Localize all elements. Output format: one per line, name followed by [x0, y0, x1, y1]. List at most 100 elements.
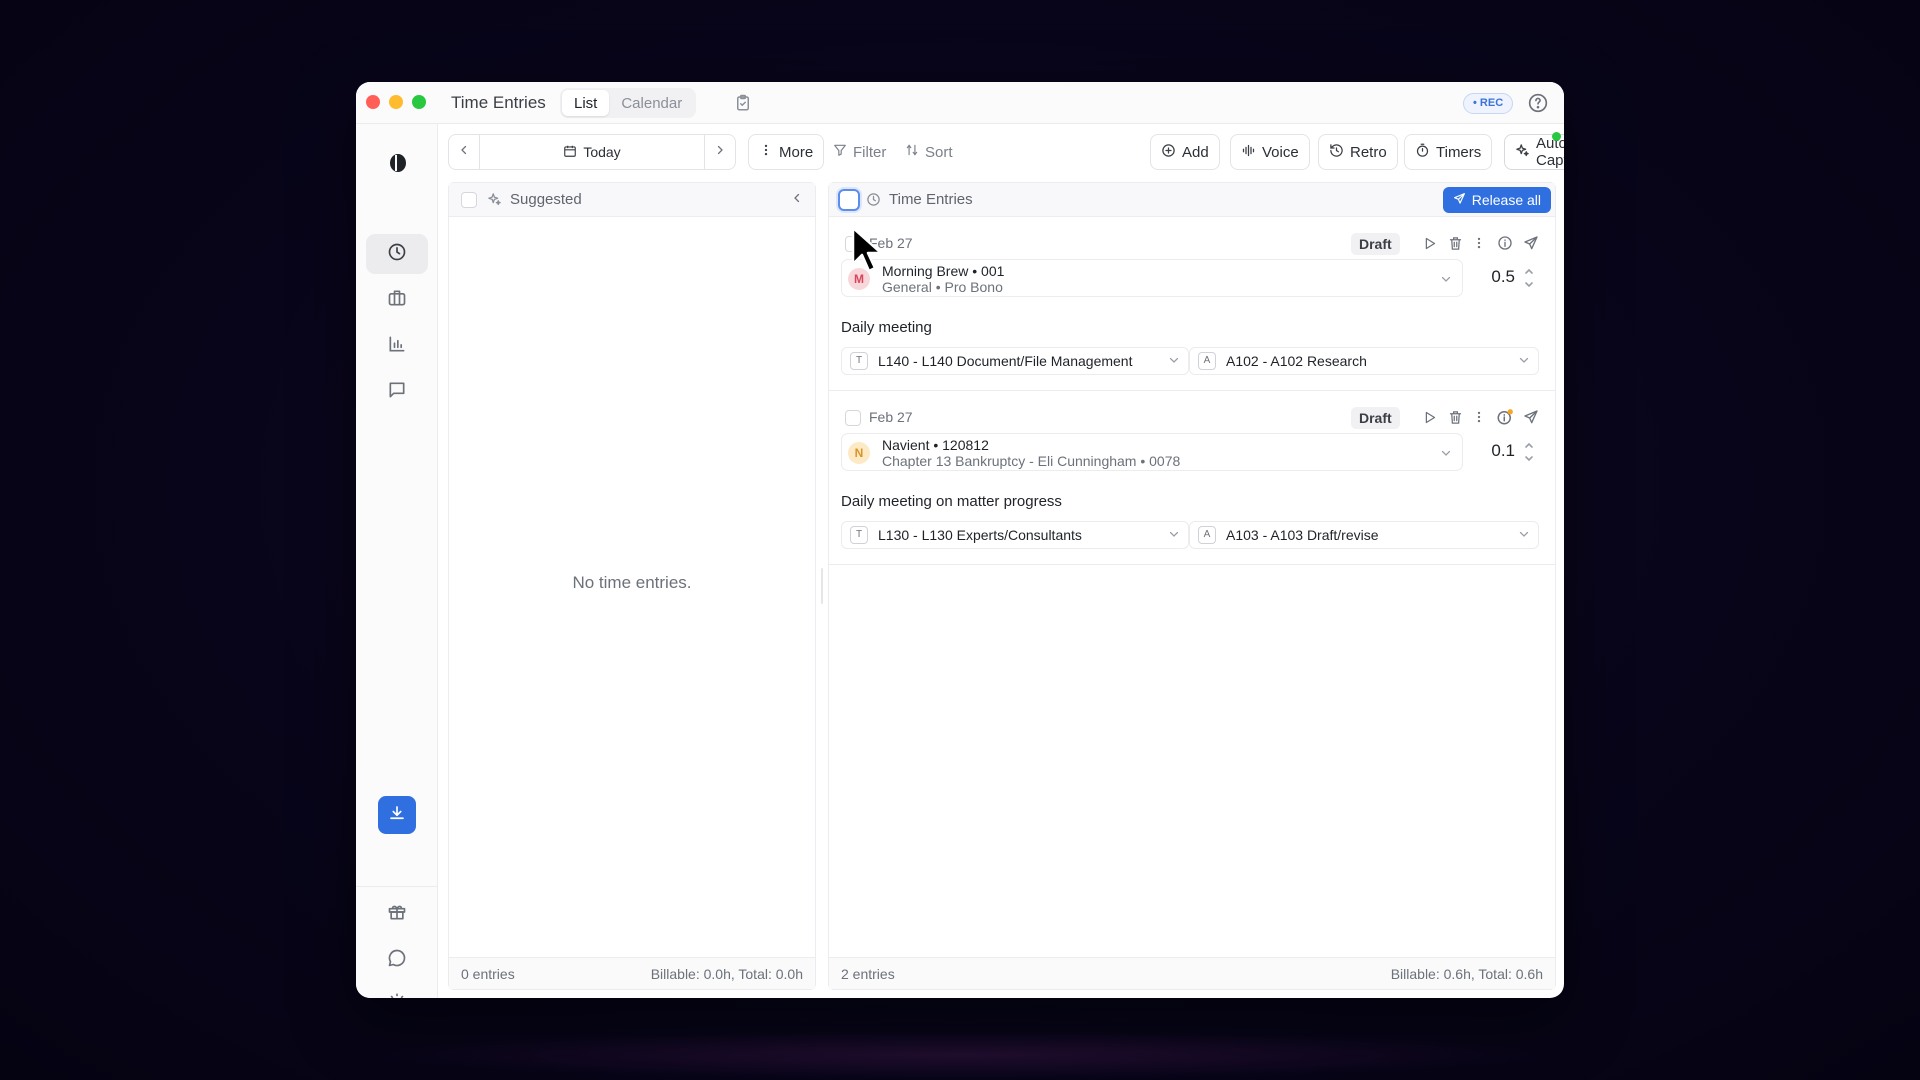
auto-capture-status-dot: [1552, 132, 1561, 141]
toolbar: Today More Filter Sort Add Voice Retro T…: [438, 124, 1564, 180]
info-icon[interactable]: [1495, 233, 1515, 253]
activity-code-label: A102 - A102 Research: [1226, 353, 1367, 369]
chevron-down-icon: [1518, 527, 1530, 543]
task-code-label: L130 - L130 Experts/Consultants: [878, 527, 1082, 543]
select-all-suggested-checkbox[interactable]: [461, 191, 477, 208]
chevron-left-icon: [791, 191, 803, 209]
more-button[interactable]: More: [748, 134, 825, 170]
trash-icon[interactable]: [1445, 407, 1465, 427]
more-vertical-icon[interactable]: [1469, 407, 1489, 427]
voice-button[interactable]: Voice: [1230, 134, 1310, 170]
task-code-select[interactable]: T L140 - L140 Document/File Management: [841, 347, 1189, 375]
chevron-down-icon: [1168, 353, 1180, 369]
entry-description[interactable]: Daily meeting: [841, 319, 932, 336]
trash-icon[interactable]: [1445, 233, 1465, 253]
client-matter-label: Navient • 120812: [882, 437, 989, 453]
chat-bubble-icon: [387, 948, 407, 973]
clipboard-check-icon[interactable]: [734, 94, 752, 117]
sidebar-item-messages[interactable]: [366, 372, 428, 412]
send-icon[interactable]: [1521, 407, 1541, 427]
stopwatch-icon: [1415, 143, 1430, 162]
entry-description[interactable]: Daily meeting on matter progress: [841, 493, 1062, 510]
more-vertical-icon[interactable]: [1469, 233, 1489, 253]
activity-code-select[interactable]: A A103 - A103 Draft/revise: [1189, 521, 1539, 549]
download-button[interactable]: [378, 796, 416, 834]
play-icon[interactable]: [1419, 233, 1439, 253]
tab-calendar[interactable]: Calendar: [609, 90, 694, 116]
sidebar-item-rewards[interactable]: [366, 894, 428, 934]
close-window-button[interactable]: [366, 95, 380, 109]
info-warning-icon[interactable]: [1495, 407, 1515, 427]
date-picker-button[interactable]: Today: [479, 135, 705, 169]
activity-code-badge: A: [1198, 526, 1216, 544]
history-icon: [1329, 143, 1344, 162]
release-all-button[interactable]: Release all: [1442, 187, 1551, 213]
more-vertical-icon: [759, 143, 773, 161]
task-code-select[interactable]: T L130 - L130 Experts/Consultants: [841, 521, 1189, 549]
matter-selector[interactable]: M Morning Brew • 001 General • Pro Bono: [841, 259, 1463, 297]
sidebar-item-settings[interactable]: [366, 984, 428, 998]
suggested-footer: 0 entries Billable: 0.0h, Total: 0.0h: [449, 957, 815, 989]
status-badge: Draft: [1351, 407, 1400, 429]
select-all-entries-checkbox[interactable]: [838, 188, 860, 211]
matter-selector[interactable]: N Navient • 120812 Chapter 13 Bankruptcy…: [841, 433, 1463, 471]
activity-code-badge: A: [1198, 352, 1216, 370]
filter-label: Filter: [853, 143, 887, 161]
gear-icon: [387, 992, 407, 999]
entries-count: 2 entries: [841, 965, 895, 982]
background-glow: [356, 1030, 1564, 1080]
collapse-panel-button[interactable]: [791, 191, 803, 209]
minimize-window-button[interactable]: [389, 95, 403, 109]
previous-day-button[interactable]: [449, 135, 479, 169]
timers-button[interactable]: Timers: [1404, 134, 1493, 170]
clock-icon: [866, 192, 881, 207]
chevron-right-icon: [714, 143, 726, 161]
entry-date: Feb 27: [869, 409, 913, 425]
task-code-label: L140 - L140 Document/File Management: [878, 353, 1133, 369]
sidebar-item-matters[interactable]: [366, 280, 428, 320]
suggested-count: 0 entries: [461, 965, 515, 982]
sort-label: Sort: [925, 143, 953, 161]
activity-code-label: A103 - A103 Draft/revise: [1226, 527, 1379, 543]
add-label: Add: [1182, 143, 1209, 161]
maximize-window-button[interactable]: [412, 95, 426, 109]
hours-value[interactable]: 0.1: [1475, 441, 1515, 461]
audio-wave-icon: [1241, 143, 1256, 162]
rec-badge[interactable]: • REC: [1463, 93, 1514, 114]
client-matter-label: Morning Brew • 001: [882, 263, 1005, 279]
hours-value[interactable]: 0.5: [1475, 267, 1515, 287]
time-entries-footer: 2 entries Billable: 0.6h, Total: 0.6h: [829, 957, 1555, 989]
time-entry-row: Feb 27 Draft M Morning Brew • 001 Genera…: [829, 217, 1555, 391]
send-icon: [1453, 192, 1466, 208]
title-bar: Time Entries List Calendar • REC: [356, 82, 1564, 124]
hours-stepper[interactable]: [1523, 439, 1535, 465]
more-label: More: [779, 143, 814, 161]
entry-checkbox[interactable]: [845, 410, 861, 426]
send-icon[interactable]: [1521, 233, 1541, 253]
suggested-totals: Billable: 0.0h, Total: 0.0h: [650, 965, 803, 982]
play-icon[interactable]: [1419, 407, 1439, 427]
next-day-button[interactable]: [705, 135, 735, 169]
gift-icon: [387, 902, 407, 927]
release-all-label: Release all: [1471, 192, 1541, 208]
download-icon: [388, 804, 406, 827]
help-icon[interactable]: [1528, 93, 1548, 118]
filter-button[interactable]: Filter: [822, 134, 897, 170]
retro-button[interactable]: Retro: [1318, 134, 1398, 170]
app-window: Time Entries List Calendar • REC Today M…: [356, 82, 1564, 998]
sidebar-item-chat[interactable]: [366, 940, 428, 980]
suggested-header: Suggested: [449, 183, 815, 217]
activity-code-select[interactable]: A A102 - A102 Research: [1189, 347, 1539, 375]
sidebar-item-time[interactable]: [366, 234, 428, 274]
sort-button[interactable]: Sort: [894, 134, 964, 170]
mouse-cursor-icon: [851, 226, 885, 279]
task-code-badge: T: [850, 526, 868, 544]
hours-stepper[interactable]: [1523, 265, 1535, 291]
tab-list[interactable]: List: [562, 90, 610, 116]
status-badge: Draft: [1351, 233, 1400, 255]
panel-resize-handle[interactable]: [821, 568, 823, 604]
sidebar-item-reports[interactable]: [366, 326, 428, 366]
add-button[interactable]: Add: [1150, 134, 1220, 170]
client-avatar: N: [848, 442, 870, 464]
app-logo-icon: [386, 152, 408, 179]
